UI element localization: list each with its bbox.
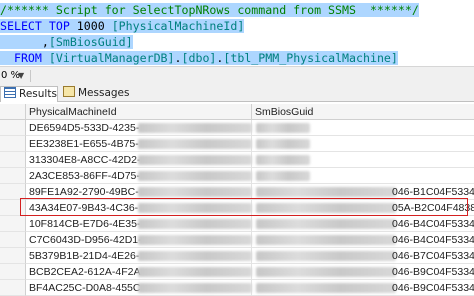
- redacted-text: [256, 283, 396, 293]
- table-row[interactable]: 10F814CB-E7D6-4E35- 046-B4C04F533432: [0, 216, 474, 232]
- column-header-physical-machine-id[interactable]: PhysicalMachineId: [26, 104, 252, 120]
- redacted-text: [138, 267, 252, 277]
- tab-messages[interactable]: Messages: [60, 86, 142, 101]
- tab-results-label: Results: [19, 88, 57, 100]
- code-token: [VirtualManagerDB]: [48, 51, 175, 65]
- redacted-text: [138, 251, 252, 261]
- redacted-text: [138, 171, 252, 181]
- cell-text: 313304E8-A8CC-42D2-: [29, 154, 141, 166]
- code-token: /****** Script for SelectTopNRows comman…: [0, 3, 419, 17]
- row-number[interactable]: [0, 248, 26, 264]
- row-number[interactable]: [0, 136, 26, 152]
- cell-text: 046-B9C04F533432: [392, 266, 474, 278]
- cell-text: 10F814CB-E7D6-4E35-: [29, 218, 141, 230]
- code-line: /****** Script for SelectTopNRows comman…: [0, 2, 419, 18]
- redacted-text: [138, 283, 252, 293]
- cell-text: 046-B4C04F533432: [392, 234, 474, 246]
- table-row[interactable]: BF4AC25C-D0A8-455C- 046-B9C04F533432: [0, 280, 474, 296]
- redacted-text: [138, 139, 252, 149]
- code-token: .: [174, 51, 182, 65]
- redacted-text: [256, 171, 310, 181]
- redacted-text: [256, 251, 396, 261]
- cell-text: 2A3CE853-86FF-4D75-: [29, 170, 140, 182]
- code-token: 1000: [76, 19, 112, 33]
- redacted-text: [256, 267, 396, 277]
- row-number[interactable]: [0, 120, 26, 136]
- code-token: [tbl_PMM_PhysicalMachine]: [223, 51, 398, 65]
- results-grid[interactable]: PhysicalMachineId SmBiosGuid DE6594D5-53…: [0, 102, 474, 296]
- zoom-bar: 0 % ▼: [0, 66, 474, 86]
- table-row[interactable]: 313304E8-A8CC-42D2-: [0, 152, 474, 168]
- redacted-text: [256, 219, 396, 229]
- code-line: SELECT TOP 1000 [PhysicalMachineId]: [0, 18, 245, 34]
- row-number[interactable]: [0, 280, 26, 296]
- cell-text: 046-B4C04F533432: [392, 218, 474, 230]
- code-token: FROM: [0, 51, 49, 65]
- table-row[interactable]: EE3238E1-E655-4B75-: [0, 136, 474, 152]
- zoom-separator: [30, 70, 31, 82]
- redacted-text: [138, 235, 252, 245]
- grid-corner[interactable]: [0, 104, 26, 120]
- cell-text: C7C6043D-D956-42D1-: [29, 234, 142, 246]
- code-token: [SmBiosGuid]: [48, 35, 133, 49]
- selected-row-highlight: [20, 198, 468, 216]
- results-tabs: Results Messages: [0, 85, 474, 102]
- tab-messages-label: Messages: [78, 87, 130, 99]
- cell-text: DE6594D5-533D-4235-: [29, 122, 140, 134]
- query-editor[interactable]: /****** Script for SelectTopNRows comman…: [0, 0, 474, 66]
- grid-icon: [4, 87, 16, 98]
- code-line: ,[SmBiosGuid]: [0, 34, 133, 50]
- row-number[interactable]: [0, 152, 26, 168]
- grid-header: PhysicalMachineId SmBiosGuid: [0, 104, 474, 120]
- cell-text: 89FE1A92-2790-49BC-: [29, 186, 139, 198]
- cell-text: EE3238E1-E655-4B75-: [29, 138, 139, 150]
- tab-results[interactable]: Results: [0, 86, 58, 102]
- cell-text: BF4AC25C-D0A8-455C-: [29, 282, 144, 294]
- redacted-text: [256, 139, 310, 149]
- cell-text: 046-B9C04F533432: [392, 282, 474, 294]
- redacted-text: [256, 187, 396, 197]
- cell-text: BCB2CEA2-612A-4F2A-: [29, 266, 144, 278]
- redacted-text: [138, 155, 252, 165]
- redacted-text: [138, 187, 252, 197]
- redacted-text: [256, 123, 310, 133]
- table-row[interactable]: BCB2CEA2-612A-4F2A- 046-B9C04F533432: [0, 264, 474, 280]
- table-row[interactable]: DE6594D5-533D-4235-: [0, 120, 474, 136]
- row-number[interactable]: [0, 264, 26, 280]
- cell-text: 5B379B1B-21D4-4E26-: [29, 250, 140, 262]
- code-token: [dbo]: [181, 51, 217, 65]
- row-number[interactable]: [0, 216, 26, 232]
- redacted-text: [138, 123, 252, 133]
- code-line: FROM [VirtualManagerDB].[dbo].[tbl_PMM_P…: [0, 50, 398, 66]
- messages-icon: [63, 86, 75, 97]
- redacted-text: [138, 219, 252, 229]
- zoom-dropdown-icon[interactable]: ▼: [18, 67, 24, 85]
- row-number[interactable]: [0, 168, 26, 184]
- table-row[interactable]: 2A3CE853-86FF-4D75-: [0, 168, 474, 184]
- column-header-smbios-guid[interactable]: SmBiosGuid: [252, 104, 474, 120]
- redacted-text: [256, 155, 310, 165]
- code-token: ,: [0, 35, 49, 49]
- code-token: SELECT TOP: [0, 19, 77, 33]
- code-token: [PhysicalMachineId]: [111, 19, 245, 33]
- table-row[interactable]: C7C6043D-D956-42D1- 046-B4C04F533432: [0, 232, 474, 248]
- row-number[interactable]: [0, 232, 26, 248]
- table-row[interactable]: 5B379B1B-21D4-4E26- 046-B7C04F533432: [0, 248, 474, 264]
- redacted-text: [256, 235, 396, 245]
- cell-text: 046-B7C04F533432: [392, 250, 474, 262]
